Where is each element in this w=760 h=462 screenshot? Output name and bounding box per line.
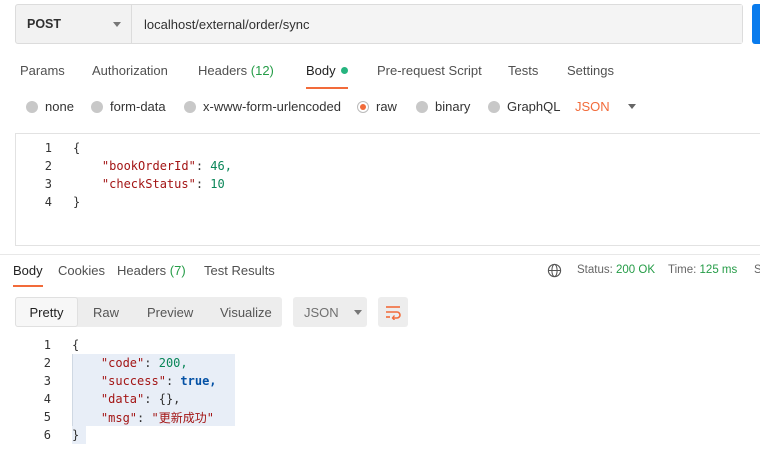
tab-headers[interactable]: Headers (12) (198, 63, 274, 78)
body-indicator-dot (340, 67, 348, 74)
wrap-lines-icon (386, 306, 401, 320)
time-readout: Time: 125 ms (668, 264, 738, 276)
radio-graphql[interactable]: GraphQL (488, 99, 560, 114)
view-raw-button[interactable]: Raw (93, 297, 119, 327)
response-tab-headers[interactable]: Headers (7) (117, 263, 186, 278)
chevron-down-icon (353, 309, 362, 315)
tab-pre-request-script[interactable]: Pre-request Script (377, 63, 482, 78)
request-body-editor[interactable]: 1{ 2 "bookOrderId": 46, 3 "checkStatus":… (15, 133, 760, 246)
response-body-viewer[interactable]: 1{ 2 "code": 200, 3 "success": true, 4 "… (15, 336, 415, 446)
headers-count: (12) (250, 63, 274, 78)
send-button[interactable] (752, 4, 760, 44)
size-readout: S (754, 264, 760, 276)
response-tab-test-results[interactable]: Test Results (204, 263, 275, 278)
radio-x-www-form-urlencoded[interactable]: x-www-form-urlencoded (184, 99, 341, 114)
section-divider (0, 254, 760, 255)
view-mode-switch: Pretty Raw Preview Visualize (15, 297, 282, 327)
radio-icon (416, 100, 428, 113)
status-readout: Status: 200 OK (577, 264, 656, 276)
response-tab-body[interactable]: Body (13, 263, 43, 287)
chevron-down-icon (113, 21, 121, 27)
method-label: POST (27, 17, 62, 31)
response-tab-cookies[interactable]: Cookies (58, 263, 105, 278)
radio-icon (184, 100, 196, 113)
view-preview-button[interactable]: Preview (147, 297, 193, 327)
body-format-select[interactable]: JSON (575, 99, 636, 114)
tab-params[interactable]: Params (20, 63, 65, 78)
radio-form-data[interactable]: form-data (91, 99, 166, 114)
globe-icon[interactable] (547, 263, 562, 278)
response-headers-count: (7) (169, 263, 186, 278)
status-value: 200 OK (616, 264, 656, 276)
radio-selected-icon (357, 100, 369, 113)
response-format-select[interactable]: JSON (293, 297, 367, 327)
radio-raw[interactable]: raw (357, 99, 397, 114)
request-bar: POST localhost/external/order/sync (15, 4, 743, 44)
view-pretty-button[interactable]: Pretty (15, 297, 78, 327)
radio-icon (488, 100, 500, 113)
chevron-down-icon (627, 104, 636, 109)
radio-icon (91, 100, 103, 113)
wrap-lines-button[interactable] (378, 297, 408, 327)
radio-none[interactable]: none (26, 99, 74, 114)
url-input[interactable]: localhost/external/order/sync (132, 5, 742, 43)
tab-authorization[interactable]: Authorization (92, 63, 168, 78)
method-select[interactable]: POST (16, 5, 132, 43)
time-value: 125 ms (699, 264, 738, 276)
radio-binary[interactable]: binary (416, 99, 470, 114)
tab-body[interactable]: Body (306, 63, 348, 89)
radio-icon (26, 100, 38, 113)
tab-tests[interactable]: Tests (508, 63, 538, 78)
tab-settings[interactable]: Settings (567, 63, 614, 78)
view-visualize-button[interactable]: Visualize (220, 297, 272, 327)
